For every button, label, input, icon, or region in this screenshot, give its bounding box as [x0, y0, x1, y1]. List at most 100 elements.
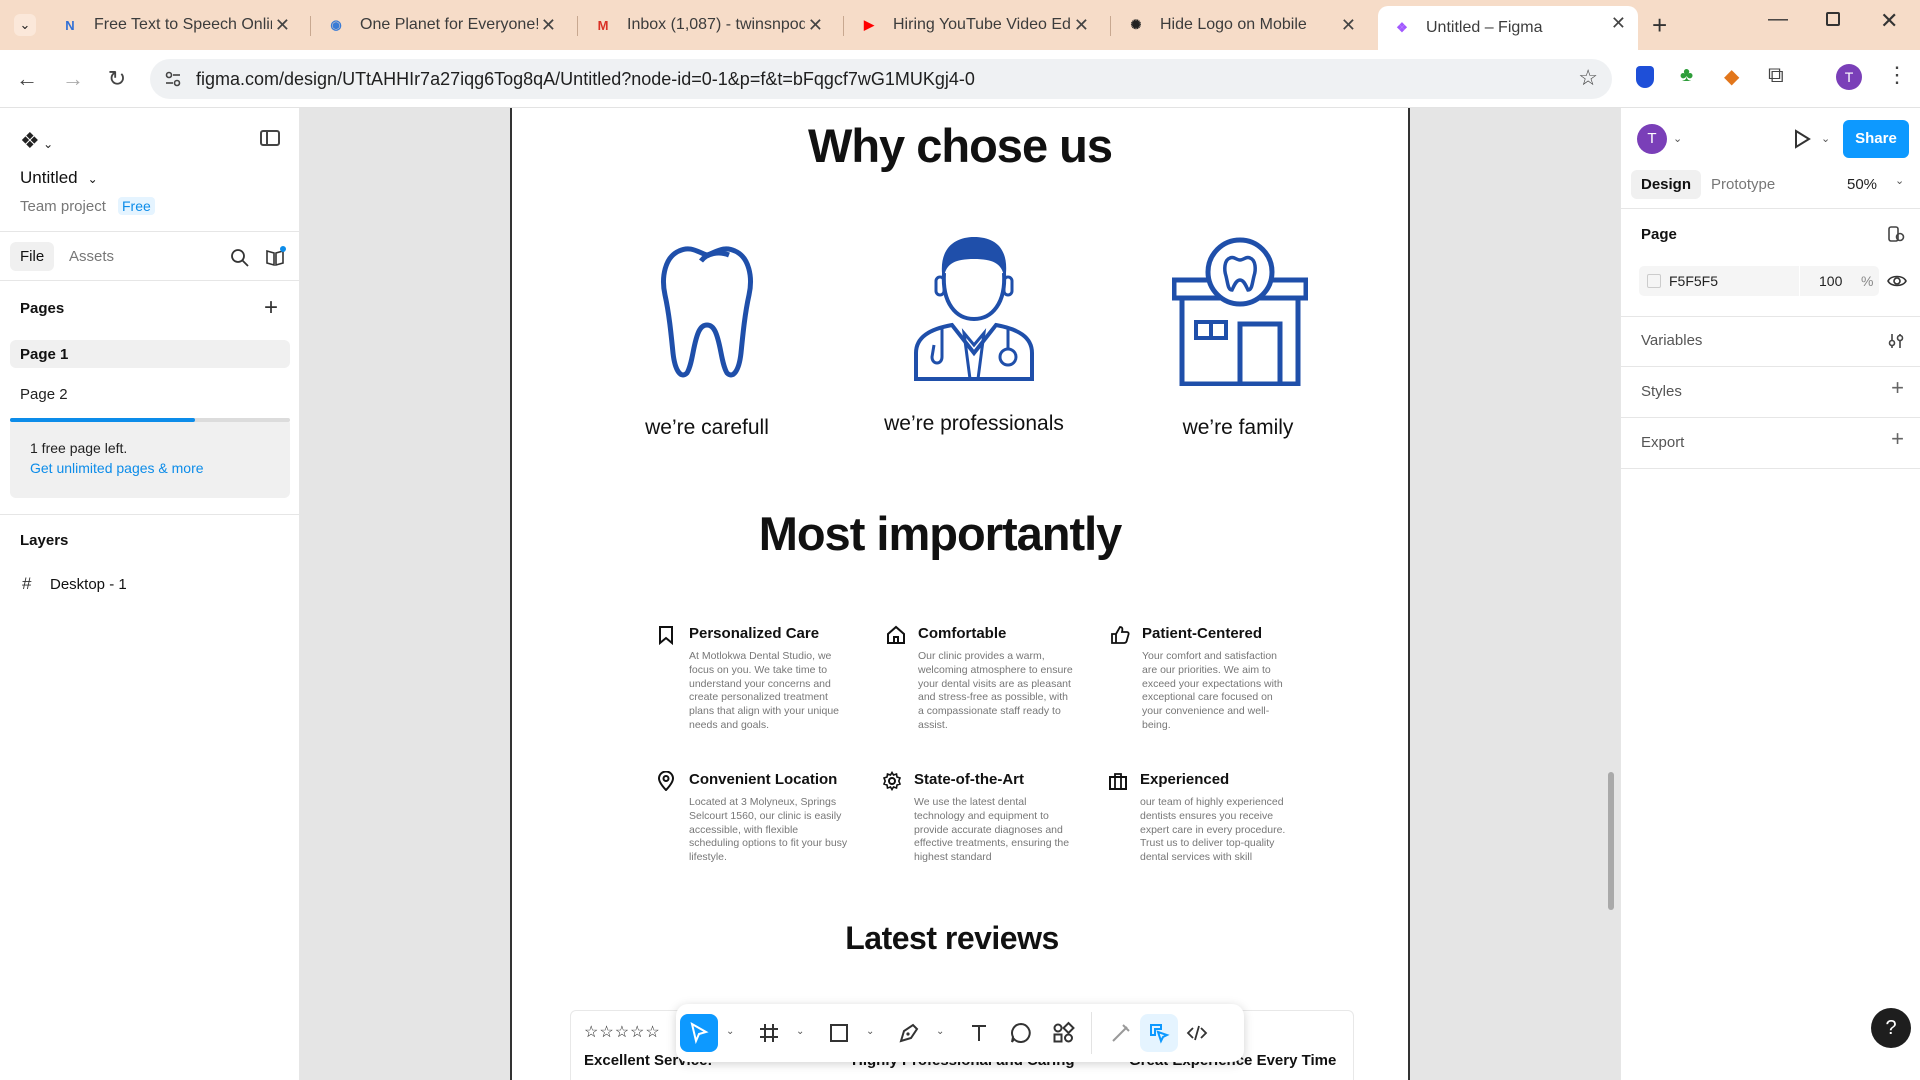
- bookmark-star-icon[interactable]: ☆: [1578, 65, 1598, 91]
- add-export-plus-icon[interactable]: +: [1891, 426, 1904, 452]
- close-tab-icon[interactable]: ✕: [541, 15, 556, 36]
- zoom-level[interactable]: 50%: [1847, 176, 1877, 193]
- export-section[interactable]: Export: [1641, 434, 1684, 451]
- metamask-extension-icon[interactable]: ◆: [1724, 64, 1739, 89]
- forward-arrow-icon[interactable]: →: [60, 66, 86, 92]
- close-tab-icon[interactable]: ✕: [1341, 15, 1356, 36]
- page-styles-icon[interactable]: [1887, 225, 1905, 243]
- feature-label-professionals: we’re professionals: [884, 412, 1064, 435]
- important-heading: Most importantly: [758, 507, 1123, 560]
- browser-menu-icon[interactable]: ⋮: [1886, 62, 1908, 88]
- draw-mode-button[interactable]: [1102, 1014, 1140, 1052]
- tab-design[interactable]: Design: [1631, 170, 1702, 199]
- dev-mode-button[interactable]: [1178, 1014, 1216, 1052]
- doctor-icon: [914, 237, 1034, 381]
- leaf-extension-icon[interactable]: ♣: [1680, 64, 1693, 87]
- close-tab-icon[interactable]: ✕: [1074, 15, 1089, 36]
- actions-grid-icon: [1053, 1021, 1075, 1043]
- chevron-down-icon[interactable]: ⌄: [726, 1026, 734, 1037]
- comment-tool-button[interactable]: [1002, 1014, 1040, 1052]
- notice-text: 1 free page left.: [30, 440, 128, 456]
- chevron-down-icon[interactable]: ⌄: [1895, 174, 1904, 187]
- url-text[interactable]: figma.com/design/UTtAHHIr7a27iqg6Tog8qA/…: [196, 69, 975, 90]
- browser-tab[interactable]: N Free Text to Speech Online ✕: [46, 8, 302, 42]
- minimize-window-icon[interactable]: —: [1768, 8, 1788, 31]
- chevron-down-icon[interactable]: ⌄: [866, 1026, 874, 1037]
- tab-search-dropdown-icon[interactable]: ⌄: [14, 14, 36, 36]
- variables-section[interactable]: Variables: [1641, 332, 1702, 349]
- browser-tab[interactable]: ❖ Untitled – Figma ✕: [1378, 6, 1638, 50]
- figma-toolbar: ⌄ ⌄ ⌄ ⌄: [676, 1004, 1244, 1062]
- browser-tab[interactable]: M Inbox (1,087) - twinsnpods ✕: [579, 8, 835, 42]
- back-arrow-icon[interactable]: ←: [14, 66, 40, 92]
- page-section-heading: Page: [1641, 226, 1677, 243]
- canvas-scrollbar[interactable]: [1608, 772, 1614, 910]
- chevron-down-icon[interactable]: ⌄: [936, 1026, 944, 1037]
- item-title-convenient-location: Convenient Location: [689, 771, 838, 788]
- variables-sliders-icon[interactable]: [1887, 332, 1905, 350]
- comment-icon: [1011, 1022, 1031, 1043]
- styles-section[interactable]: Styles: [1641, 383, 1682, 400]
- file-name[interactable]: Untitled ⌄: [20, 168, 98, 188]
- user-avatar[interactable]: T: [1637, 124, 1667, 154]
- gmail-icon: M: [597, 17, 609, 33]
- bookmark-icon: [659, 626, 673, 645]
- fill-color-swatch[interactable]: [1647, 274, 1661, 288]
- browser-tab[interactable]: ◉ One Planet for Everyone! B ✕: [312, 8, 568, 42]
- close-tab-icon[interactable]: ✕: [808, 15, 823, 36]
- design-mode-button[interactable]: [1140, 1014, 1178, 1052]
- close-window-icon[interactable]: ✕: [1880, 8, 1898, 34]
- close-tab-icon[interactable]: ✕: [275, 15, 290, 36]
- site-settings-icon[interactable]: [164, 70, 182, 88]
- upgrade-link[interactable]: Get unlimited pages & more: [30, 460, 204, 476]
- close-tab-icon[interactable]: ✕: [1611, 13, 1626, 34]
- library-book-icon[interactable]: [264, 246, 286, 268]
- tab-assets[interactable]: Assets: [69, 248, 114, 265]
- figma-right-panel: T ⌄ ⌄ Share Design Prototype 50% ⌄ Page …: [1620, 108, 1920, 1080]
- text-tool-button[interactable]: [960, 1014, 998, 1052]
- add-style-plus-icon[interactable]: +: [1891, 375, 1904, 401]
- tab-prototype[interactable]: Prototype: [1711, 176, 1775, 193]
- briefcase-icon: [1109, 773, 1127, 790]
- pages-heading: Pages: [20, 300, 65, 317]
- shape-tool-button[interactable]: [820, 1014, 858, 1052]
- new-tab-plus-icon[interactable]: +: [1652, 10, 1667, 41]
- reload-icon[interactable]: ↻: [104, 66, 130, 92]
- text-icon: [972, 1025, 986, 1041]
- chevron-down-icon[interactable]: ⌄: [1821, 132, 1830, 145]
- profile-avatar[interactable]: T: [1836, 64, 1862, 90]
- draw-pen-icon: [1112, 1024, 1130, 1042]
- restore-window-icon[interactable]: [1826, 12, 1840, 26]
- actions-tool-button[interactable]: [1044, 1014, 1082, 1052]
- share-button[interactable]: Share: [1843, 120, 1909, 158]
- move-tool-button[interactable]: [680, 1014, 718, 1052]
- chevron-down-icon[interactable]: ⌄: [1673, 132, 1682, 145]
- browser-tab[interactable]: ✺ Hide Logo on Mobile ✕: [1112, 8, 1368, 42]
- bitwarden-extension-icon[interactable]: [1636, 66, 1654, 88]
- toggle-panel-icon[interactable]: [260, 130, 280, 146]
- fill-opacity-value[interactable]: 100: [1819, 273, 1842, 289]
- layer-item-desktop-1[interactable]: Desktop - 1: [50, 576, 127, 593]
- eye-visibility-icon[interactable]: [1887, 272, 1907, 290]
- tab-title: Untitled – Figma: [1426, 19, 1543, 36]
- add-page-plus-icon[interactable]: +: [264, 294, 278, 322]
- present-play-icon[interactable]: [1791, 128, 1813, 150]
- pen-tool-button[interactable]: [890, 1014, 928, 1052]
- figma-menu-icon[interactable]: ❖ ⌄: [20, 128, 53, 154]
- figma-canvas[interactable]: Why chose us we’re carefull we’re profes…: [301, 108, 1619, 1080]
- page-item-page-1[interactable]: Page 1: [10, 340, 290, 368]
- tooth-icon: [661, 246, 753, 378]
- item-desc-state-of-the-art: We use the latest dental technology and …: [914, 796, 1070, 864]
- page-item-page-2[interactable]: Page 2: [20, 386, 68, 403]
- chevron-down-icon[interactable]: ⌄: [796, 1026, 804, 1037]
- tab-file[interactable]: File: [10, 242, 55, 271]
- browser-tab[interactable]: ▶ Hiring YouTube Video Edito ✕: [845, 8, 1101, 42]
- address-bar[interactable]: figma.com/design/UTtAHHIr7a27iqg6Tog8qA/…: [150, 59, 1612, 99]
- search-icon[interactable]: [230, 248, 250, 268]
- page-fill-field[interactable]: F5F5F5 100 %: [1639, 266, 1879, 296]
- desktop-frame[interactable]: Why chose us we’re carefull we’re profes…: [510, 108, 1410, 1080]
- frame-tool-button[interactable]: [750, 1014, 788, 1052]
- help-button[interactable]: ?: [1871, 1008, 1911, 1048]
- extensions-puzzle-icon[interactable]: ⧉: [1768, 62, 1784, 88]
- fill-hex-value[interactable]: F5F5F5: [1669, 273, 1718, 289]
